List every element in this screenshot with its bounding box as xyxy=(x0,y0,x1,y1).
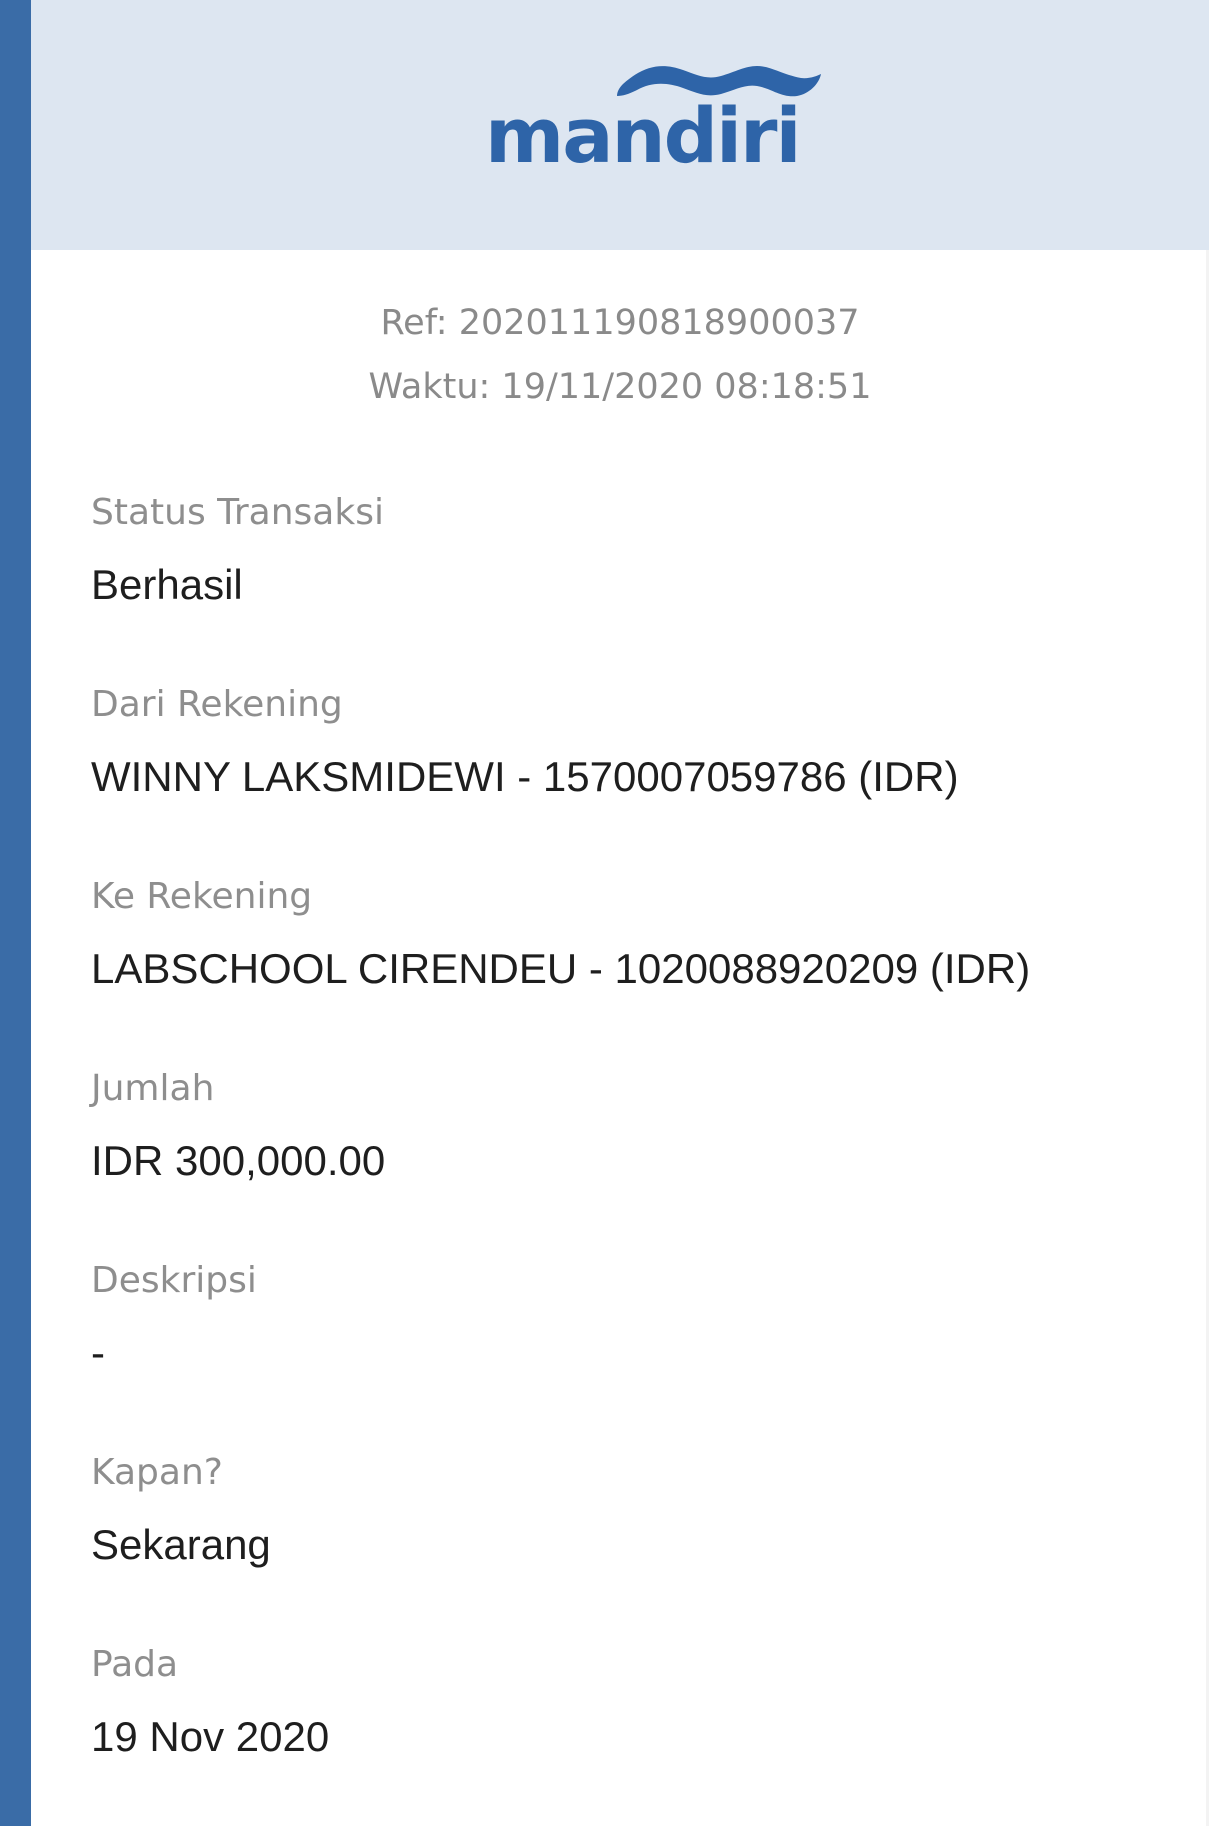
field-label: Ke Rekening xyxy=(91,876,313,917)
field-label: Pada xyxy=(91,1644,179,1685)
field-date: Pada 19 Nov 2020 xyxy=(91,1640,1151,1826)
field-label: Deskripsi xyxy=(91,1260,257,1301)
field-label: Dari Rekening xyxy=(91,684,343,725)
field-label: Jumlah xyxy=(91,1068,215,1109)
amount-value: IDR 300,000.00 xyxy=(91,1137,386,1184)
field-description: Deskripsi - xyxy=(91,1256,1151,1448)
mandiri-wordmark: mandiri xyxy=(485,91,800,170)
field-amount: Jumlah IDR 300,000.00 xyxy=(91,1064,1151,1256)
transaction-time: Waktu: 19/11/2020 08:18:51 xyxy=(368,367,872,407)
field-label: Kapan? xyxy=(91,1452,223,1493)
description-value: - xyxy=(91,1329,105,1376)
status-value: Berhasil xyxy=(91,561,243,608)
receipt-meta: Ref: 202011190818900037 Waktu: 19/11/202… xyxy=(31,296,1209,424)
when-value: Sekarang xyxy=(91,1521,271,1568)
mandiri-logo: mandiri xyxy=(483,60,823,170)
field-label: Status Transaksi xyxy=(91,492,384,533)
receipt-screen: mandiri Ref: 202011190818900037 Waktu: 1… xyxy=(0,0,1209,1826)
date-value: 19 Nov 2020 xyxy=(91,1713,330,1760)
to-account-value: LABSCHOOL CIRENDEU - 1020088920209 (IDR) xyxy=(91,945,1031,992)
field-status: Status Transaksi Berhasil xyxy=(91,488,1151,680)
reference-number: Ref: 202011190818900037 xyxy=(380,303,860,343)
left-accent-stripe xyxy=(0,0,31,1826)
receipt-header: mandiri xyxy=(31,0,1209,250)
transaction-details: Status Transaksi Berhasil Dari Rekening … xyxy=(91,488,1151,1826)
from-account-value: WINNY LAKSMIDEWI - 1570007059786 (IDR) xyxy=(91,753,959,800)
field-to-account: Ke Rekening LABSCHOOL CIRENDEU - 1020088… xyxy=(91,872,1151,1064)
field-from-account: Dari Rekening WINNY LAKSMIDEWI - 1570007… xyxy=(91,680,1151,872)
field-when: Kapan? Sekarang xyxy=(91,1448,1151,1640)
